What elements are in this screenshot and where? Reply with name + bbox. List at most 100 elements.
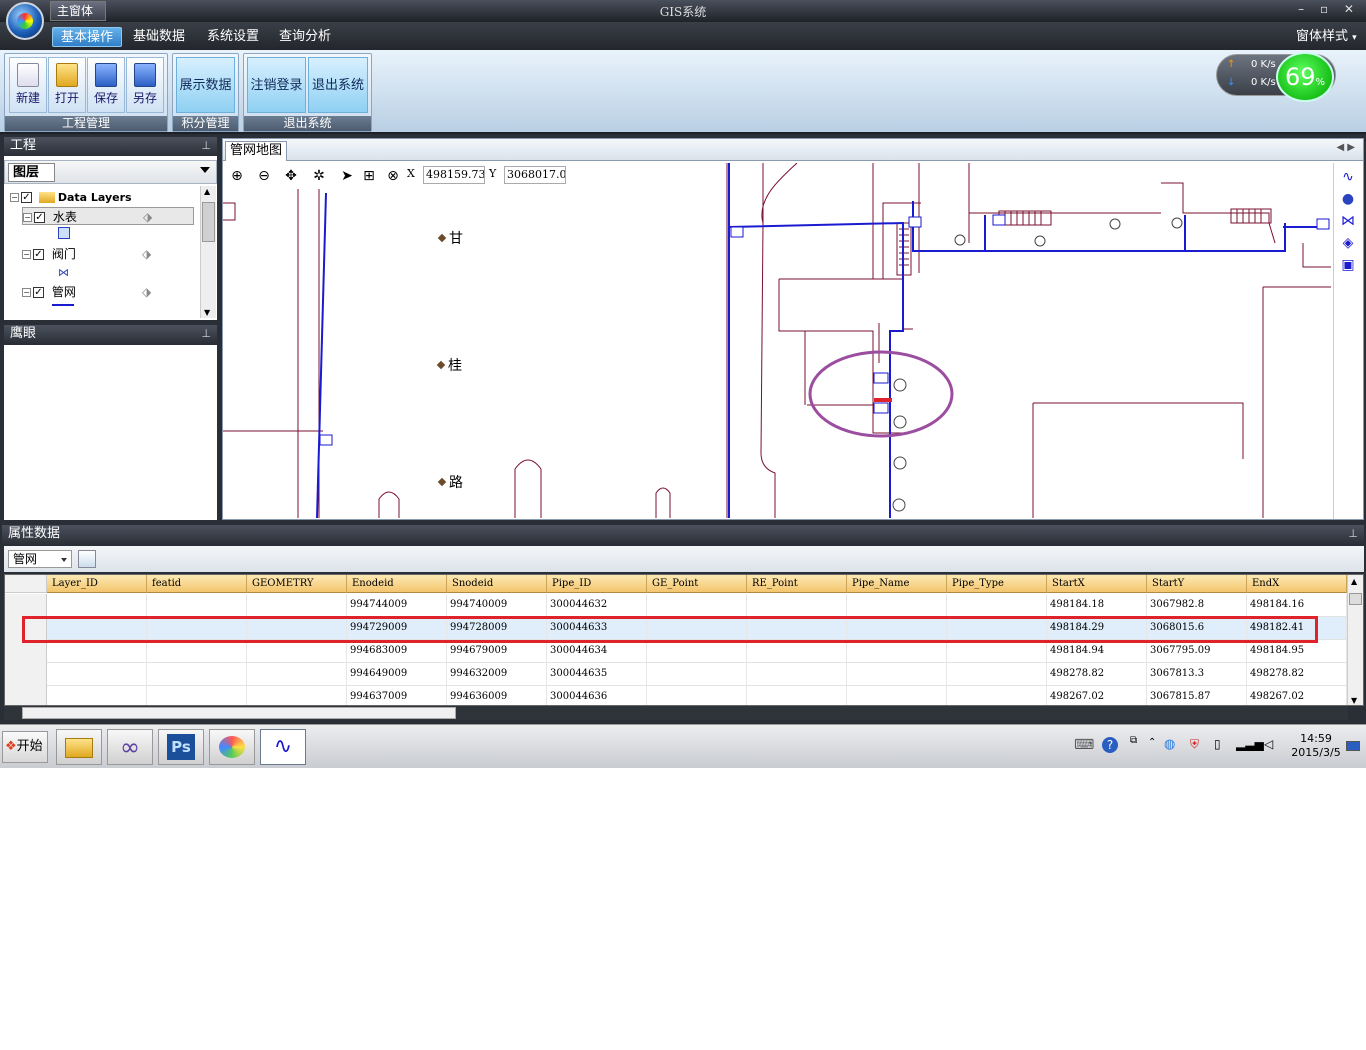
layer-dropdown[interactable]: 图层 — [4, 160, 217, 184]
table-cell[interactable] — [847, 663, 947, 686]
table-cell[interactable] — [947, 686, 1047, 705]
table-cell[interactable] — [747, 594, 847, 617]
table-cell[interactable] — [647, 686, 747, 705]
zoom-out-icon[interactable]: ⊖ — [254, 166, 274, 186]
signal-icon[interactable]: ▂▃▅ — [1236, 737, 1264, 751]
table-cell[interactable]: 498278.82 — [1047, 663, 1147, 686]
table-cell[interactable] — [647, 594, 747, 617]
table-cell[interactable] — [47, 663, 147, 686]
table-cell[interactable] — [147, 594, 247, 617]
show-desktop-icon[interactable] — [1346, 741, 1360, 751]
explorer-taskbar-button[interactable] — [56, 729, 102, 765]
column-header[interactable]: StartY — [1147, 575, 1247, 593]
layer-item-valve[interactable]: − ✓ 阀门 ⬗ — [22, 245, 194, 263]
layer-checkbox[interactable]: ✓ — [34, 212, 45, 223]
point-tool-icon[interactable]: ● — [1338, 189, 1358, 209]
menu-base-data[interactable]: 基础数据 — [125, 27, 193, 47]
restore-icon[interactable]: ⧉ — [1130, 735, 1137, 746]
row-header[interactable] — [5, 686, 47, 705]
menu-system-settings[interactable]: 系统设置 — [199, 27, 267, 47]
help-icon[interactable]: ? — [1102, 737, 1118, 753]
column-header[interactable]: RE_Point — [747, 575, 847, 593]
tray-expand-icon[interactable]: ⌃ — [1148, 737, 1156, 748]
pipe-tool-icon[interactable]: ∿ — [1338, 167, 1358, 187]
zoom-in-icon[interactable]: ⊕ — [227, 166, 247, 186]
node-tool-icon[interactable]: ◈ — [1338, 233, 1358, 253]
scroll-down-icon[interactable]: ▼ — [204, 308, 210, 317]
layer-props-icon[interactable]: ⬗ — [142, 245, 151, 263]
table-cell[interactable]: 3067795.09 — [1147, 640, 1247, 663]
table-cell[interactable] — [47, 594, 147, 617]
table-cell[interactable] — [747, 663, 847, 686]
table-cell[interactable] — [947, 594, 1047, 617]
network-globe-icon[interactable]: ◍ — [1164, 737, 1175, 752]
column-header[interactable]: Pipe_Name — [847, 575, 947, 593]
tree-scrollbar[interactable]: ▲ ▼ — [200, 186, 216, 318]
window-controls[interactable]: – ▫ ✕ — [1298, 2, 1360, 16]
table-cell[interactable] — [647, 663, 747, 686]
table-cell[interactable]: 994637009 — [347, 686, 447, 705]
scroll-up-icon[interactable]: ▲ — [204, 187, 210, 196]
table-cell[interactable] — [647, 640, 747, 663]
row-header[interactable] — [5, 640, 47, 663]
start-button[interactable]: ❖开始 — [2, 731, 48, 763]
table-cell[interactable] — [147, 686, 247, 705]
table-horizontal-scrollbar[interactable] — [4, 706, 1348, 720]
collapse-icon[interactable]: − — [22, 288, 31, 297]
meter-tool-icon[interactable]: ▣ — [1338, 255, 1358, 275]
table-cell[interactable]: 994744009 — [347, 594, 447, 617]
column-header[interactable]: Layer_ID — [47, 575, 147, 593]
select-arrow-icon[interactable]: ➤ — [337, 166, 357, 186]
gis-taskbar-button[interactable]: ∿ — [260, 729, 306, 765]
table-cell[interactable] — [147, 663, 247, 686]
table-row[interactable]: 994744009 994740009 300044632 498184.18 3067… — [5, 594, 1349, 617]
column-header[interactable]: Pipe_Type — [947, 575, 1047, 593]
table-cell[interactable]: 498278.82 — [1247, 663, 1347, 686]
table-vertical-scrollbar[interactable]: ▲ ▼ — [1347, 575, 1363, 705]
table-cell[interactable]: 994636009 — [447, 686, 547, 705]
pin-icon[interactable]: ⊥ — [201, 325, 211, 343]
collapse-icon[interactable]: − — [22, 250, 31, 259]
table-cell[interactable]: 498184.18 — [1047, 594, 1147, 617]
table-cell[interactable] — [947, 663, 1047, 686]
table-cell[interactable] — [247, 640, 347, 663]
table-cell[interactable]: 3067813.3 — [1147, 663, 1247, 686]
table-cell[interactable] — [147, 640, 247, 663]
table-cell[interactable]: 300044632 — [547, 594, 647, 617]
table-cell[interactable]: 994632009 — [447, 663, 547, 686]
table-cell[interactable]: 300044636 — [547, 686, 647, 705]
keyboard-icon[interactable]: ⌨ — [1074, 737, 1094, 753]
attribute-layer-select[interactable]: 管网 — [8, 550, 72, 568]
clock[interactable]: 14:59 2015/3/5 — [1286, 732, 1346, 760]
table-cell[interactable]: 300044635 — [547, 663, 647, 686]
layer-item-water-meter[interactable]: − ✓ 水表 ⬗ — [22, 207, 194, 225]
table-row[interactable]: 994637009 994636009 300044636 498267.02 3067… — [5, 686, 1349, 705]
collapse-icon[interactable]: − — [10, 193, 19, 202]
column-header[interactable]: StartX — [1047, 575, 1147, 593]
layer-checkbox[interactable]: ✓ — [33, 287, 44, 298]
table-cell[interactable]: 994683009 — [347, 640, 447, 663]
scroll-thumb[interactable] — [202, 202, 215, 242]
table-cell[interactable] — [47, 686, 147, 705]
scroll-thumb[interactable] — [1349, 593, 1362, 605]
table-cell[interactable] — [247, 663, 347, 686]
new-button[interactable]: 新建 — [9, 57, 47, 113]
table-cell[interactable]: 994679009 — [447, 640, 547, 663]
row-header[interactable] — [5, 594, 47, 617]
column-header[interactable]: EndX — [1247, 575, 1347, 593]
column-header[interactable]: featid — [147, 575, 247, 593]
table-cell[interactable] — [847, 640, 947, 663]
table-cell[interactable]: 3067815.87 — [1147, 686, 1247, 705]
full-extent-icon[interactable]: ✲ — [309, 166, 329, 186]
menu-basic-operations[interactable]: 基本操作 — [52, 27, 123, 47]
eagle-eye-panel[interactable] — [4, 345, 217, 520]
paint-taskbar-button[interactable] — [209, 729, 255, 765]
battery-icon[interactable]: ▯ — [1214, 737, 1221, 751]
visualstudio-taskbar-button[interactable]: ∞ — [107, 729, 153, 765]
column-header[interactable]: GEOMETRY — [247, 575, 347, 593]
root-checkbox[interactable]: ✓ — [21, 192, 32, 203]
column-header[interactable]: Snodeid — [447, 575, 547, 593]
tab-pipe-map[interactable]: 管网地图 — [225, 141, 287, 161]
scroll-up-icon[interactable]: ▲ — [1351, 577, 1357, 586]
pan-icon[interactable]: ✥ — [281, 166, 301, 186]
